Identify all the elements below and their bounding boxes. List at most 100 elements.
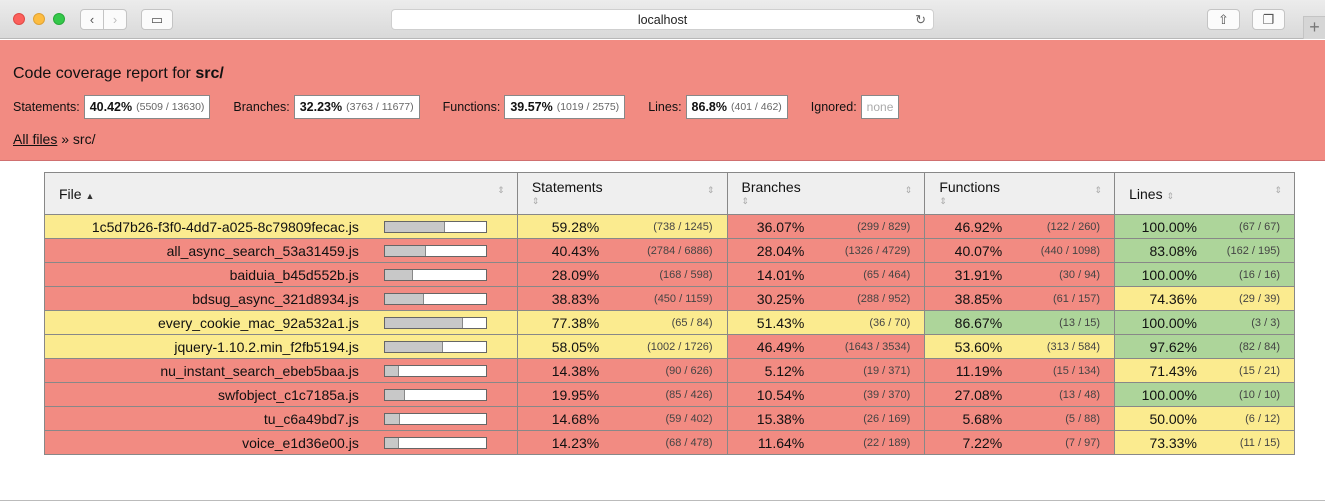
column-header-statements[interactable]: Statements ⇕ ⇕ xyxy=(516,172,728,215)
column-header-label: Lines xyxy=(1129,186,1163,202)
column-header-file[interactable]: File ▲ ⇕ xyxy=(44,172,518,215)
branches-pct: 14.01% xyxy=(726,262,805,287)
sort-icon: ⇕ xyxy=(939,196,947,206)
tabs-icon: ❐ xyxy=(1262,11,1275,27)
statements-fraction: (2784 / 6886) xyxy=(599,238,728,263)
statements-pct: 14.68% xyxy=(516,406,600,431)
lines-fraction: (162 / 195) xyxy=(1196,238,1295,263)
summary-pct: 39.57% xyxy=(510,100,553,114)
file-name-cell: baiduia_b45d552b.js xyxy=(43,262,367,287)
file-link[interactable]: baiduia_b45d552b.js xyxy=(230,267,359,283)
functions-fraction: (5 / 88) xyxy=(1002,406,1116,431)
file-link[interactable]: all_async_search_53a31459.js xyxy=(167,243,359,259)
file-link[interactable]: bdsug_async_321d8934.js xyxy=(192,291,359,307)
functions-pct: 53.60% xyxy=(924,334,1003,359)
lines-fraction: (6 / 12) xyxy=(1196,406,1295,431)
branches-fraction: (26 / 169) xyxy=(804,406,926,431)
browser-toolbar: ‹ › ▭ localhost ↻ ⇧ ❐ + xyxy=(0,0,1325,39)
coverage-bar-cell xyxy=(366,310,518,335)
statements-fraction: (450 / 1159) xyxy=(599,286,728,311)
file-link[interactable]: 1c5d7b26-f3f0-4dd7-a025-8c79809fecac.js xyxy=(92,219,359,235)
statements-fraction: (65 / 84) xyxy=(599,310,728,335)
breadcrumb-all-files-link[interactable]: All files xyxy=(13,131,57,147)
share-button[interactable]: ⇧ xyxy=(1207,9,1240,30)
branches-pct: 51.43% xyxy=(726,310,805,335)
statements-pct: 59.28% xyxy=(516,214,600,239)
column-header-functions[interactable]: Functions ⇕ ⇕ xyxy=(924,172,1116,215)
functions-pct: 31.91% xyxy=(924,262,1003,287)
coverage-bar-cell xyxy=(366,262,518,287)
lines-pct: 100.00% xyxy=(1114,214,1197,239)
coverage-bar-fill xyxy=(384,317,463,328)
close-window-button[interactable] xyxy=(13,13,25,25)
lines-pct: 97.62% xyxy=(1114,334,1197,359)
table-row: 1c5d7b26-f3f0-4dd7-a025-8c79809fecac.js 5… xyxy=(43,214,1295,239)
lines-fraction: (67 / 67) xyxy=(1196,214,1295,239)
summary-pct: 86.8% xyxy=(691,100,727,114)
functions-fraction: (15 / 134) xyxy=(1002,358,1116,383)
file-link[interactable]: voice_e1d36e00.js xyxy=(242,435,359,451)
file-name-cell: every_cookie_mac_92a532a1.js xyxy=(43,310,367,335)
lines-pct: 100.00% xyxy=(1114,310,1197,335)
minimize-window-button[interactable] xyxy=(33,13,45,25)
chevron-right-icon: › xyxy=(112,12,118,27)
coverage-bar xyxy=(383,292,487,305)
statements-pct: 40.43% xyxy=(516,238,600,263)
lines-pct: 73.33% xyxy=(1114,430,1197,455)
zoom-window-button[interactable] xyxy=(53,13,65,25)
lines-fraction: (15 / 21) xyxy=(1196,358,1295,383)
functions-pct: 86.67% xyxy=(924,310,1003,335)
coverage-bar-fill xyxy=(384,389,405,400)
file-name-cell: 1c5d7b26-f3f0-4dd7-a025-8c79809fecac.js xyxy=(43,214,367,239)
tab-overview-button[interactable]: ❐ xyxy=(1252,9,1285,30)
column-header-lines[interactable]: Lines ⇕ ⇕ xyxy=(1114,172,1295,215)
coverage-bar-fill xyxy=(384,245,426,256)
coverage-bar-fill xyxy=(384,437,400,448)
title-prefix: Code coverage report for xyxy=(13,65,196,82)
branches-fraction: (22 / 189) xyxy=(804,430,926,455)
branches-fraction: (1643 / 3534) xyxy=(804,334,926,359)
branches-fraction: (299 / 829) xyxy=(804,214,926,239)
table-row: baiduia_b45d552b.js 28.09% (168 / 598) 14.0… xyxy=(43,262,1295,287)
file-link[interactable]: swfobject_c1c7185a.js xyxy=(218,387,359,403)
coverage-bar-cell xyxy=(366,286,518,311)
coverage-bar xyxy=(383,244,487,257)
file-name-cell: swfobject_c1c7185a.js xyxy=(43,382,367,407)
summary-fraction: (5509 / 13630) xyxy=(136,101,205,113)
table-row: voice_e1d36e00.js 14.23% (68 / 478) 11.64%(… xyxy=(43,430,1295,455)
statements-pct: 14.38% xyxy=(516,358,600,383)
statements-fraction: (85 / 426) xyxy=(599,382,728,407)
file-name-cell: tu_c6a49bd7.js xyxy=(43,406,367,431)
title-path: src/ xyxy=(195,65,224,82)
functions-fraction: (7 / 97) xyxy=(1002,430,1116,455)
lines-pct: 50.00% xyxy=(1114,406,1197,431)
summary-functions: Functions: 39.57% (1019 / 2575) xyxy=(443,95,626,119)
file-link[interactable]: tu_c6a49bd7.js xyxy=(264,411,359,427)
file-link[interactable]: every_cookie_mac_92a532a1.js xyxy=(158,315,359,331)
back-button[interactable]: ‹ xyxy=(80,9,104,30)
functions-fraction: (440 / 1098) xyxy=(1002,238,1116,263)
column-header-label: Branches xyxy=(741,179,801,195)
table-row: every_cookie_mac_92a532a1.js 77.38% (65 / … xyxy=(43,310,1295,335)
forward-button[interactable]: › xyxy=(103,9,127,30)
branches-pct: 10.54% xyxy=(726,382,805,407)
functions-fraction: (30 / 94) xyxy=(1002,262,1116,287)
branches-fraction: (19 / 371) xyxy=(804,358,926,383)
column-header-branches[interactable]: Branches ⇕ ⇕ xyxy=(726,172,926,215)
summary-value-box: none xyxy=(860,95,900,119)
sidebar-toggle-button[interactable]: ▭ xyxy=(141,9,173,30)
file-link[interactable]: jquery-1.10.2.min_f2fb5194.js xyxy=(174,339,358,355)
summary-label: Functions: xyxy=(442,100,501,114)
address-bar[interactable]: localhost ↻ xyxy=(391,9,934,30)
reload-icon[interactable]: ↻ xyxy=(915,12,926,28)
share-icon: ⇧ xyxy=(1218,11,1229,27)
file-link[interactable]: nu_instant_search_ebeb5baa.js xyxy=(160,363,359,379)
summary-pct: 40.42% xyxy=(89,100,133,114)
branches-fraction: (288 / 952) xyxy=(804,286,926,311)
summary-fraction: (1019 / 2575) xyxy=(556,101,620,113)
coverage-bar-cell xyxy=(366,358,518,383)
summary-fraction: (401 / 462) xyxy=(731,101,782,113)
new-tab-button[interactable]: + xyxy=(1303,16,1325,39)
coverage-bar-fill xyxy=(384,413,400,424)
functions-pct: 40.07% xyxy=(924,238,1003,263)
